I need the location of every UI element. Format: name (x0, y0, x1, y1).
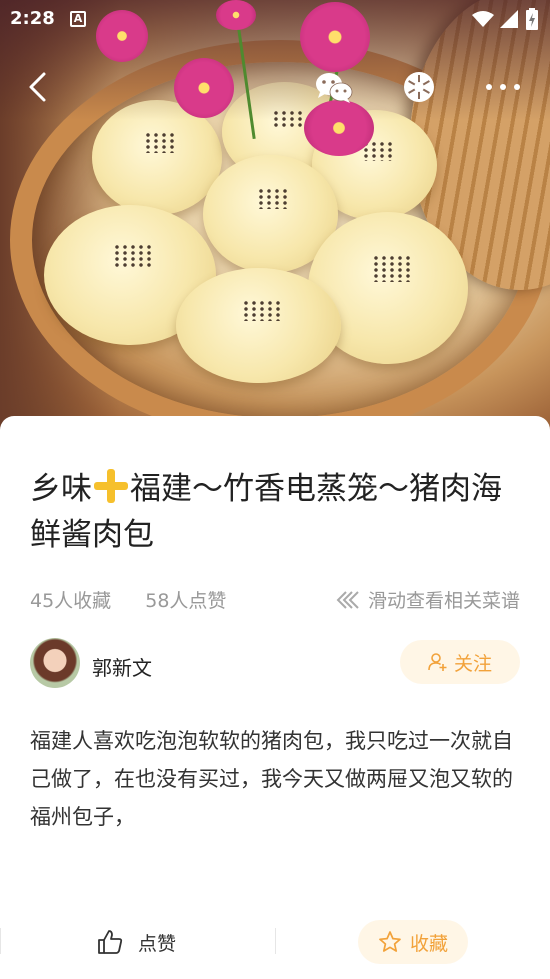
divider (275, 928, 276, 954)
author-row: 郭新文 关注 (30, 636, 520, 690)
author-avatar[interactable] (30, 638, 80, 688)
likes-count: 58人点赞 (145, 590, 227, 612)
notification-icon: A (70, 11, 86, 27)
thumbs-up-icon (98, 930, 123, 954)
favorites-count: 45人收藏 (30, 590, 112, 612)
flower (304, 100, 374, 156)
recipe-title: 乡味 福建～竹香电蒸笼～猪肉海鲜酱肉包 (30, 466, 520, 558)
add-user-icon (428, 653, 447, 671)
like-button[interactable]: 点赞 (96, 924, 176, 960)
signal-icon (500, 10, 518, 28)
divider (0, 928, 1, 954)
wechat-icon[interactable] (314, 70, 354, 106)
battery-icon (526, 8, 538, 30)
collect-button[interactable]: 收藏 (358, 920, 468, 964)
status-time: 2:28 (10, 8, 55, 29)
star-icon (379, 931, 401, 952)
double-chevron-left-icon (336, 590, 359, 609)
author-name[interactable]: 郭新文 (92, 652, 152, 681)
status-bar: 2:28 A (0, 0, 550, 40)
recipe-title-part1: 乡味 (30, 471, 92, 507)
swipe-hint-label: 滑动查看相关菜谱 (367, 590, 520, 612)
wifi-icon (472, 11, 494, 27)
recipe-description: 福建人喜欢吃泡泡软软的猪肉包，我只吃过一次就自己做了，在也没有买过，我今天又做两… (30, 729, 513, 829)
flower (174, 58, 234, 118)
bottom-action-bar: 点赞 收藏 (0, 910, 550, 979)
plus-emoji-icon (94, 469, 128, 503)
recipe-cover-image (0, 0, 550, 440)
follow-button[interactable]: 关注 (400, 640, 520, 684)
collect-label: 收藏 (409, 932, 448, 955)
follow-label: 关注 (453, 652, 492, 675)
back-icon[interactable] (22, 70, 56, 104)
moments-icon[interactable] (402, 70, 436, 104)
bun (176, 268, 341, 383)
recipe-stats: 45人收藏 58人点赞 (30, 586, 254, 613)
like-label: 点赞 (138, 932, 177, 955)
more-icon[interactable] (484, 76, 522, 98)
swipe-related-hint[interactable]: 滑动查看相关菜谱 (334, 586, 520, 613)
